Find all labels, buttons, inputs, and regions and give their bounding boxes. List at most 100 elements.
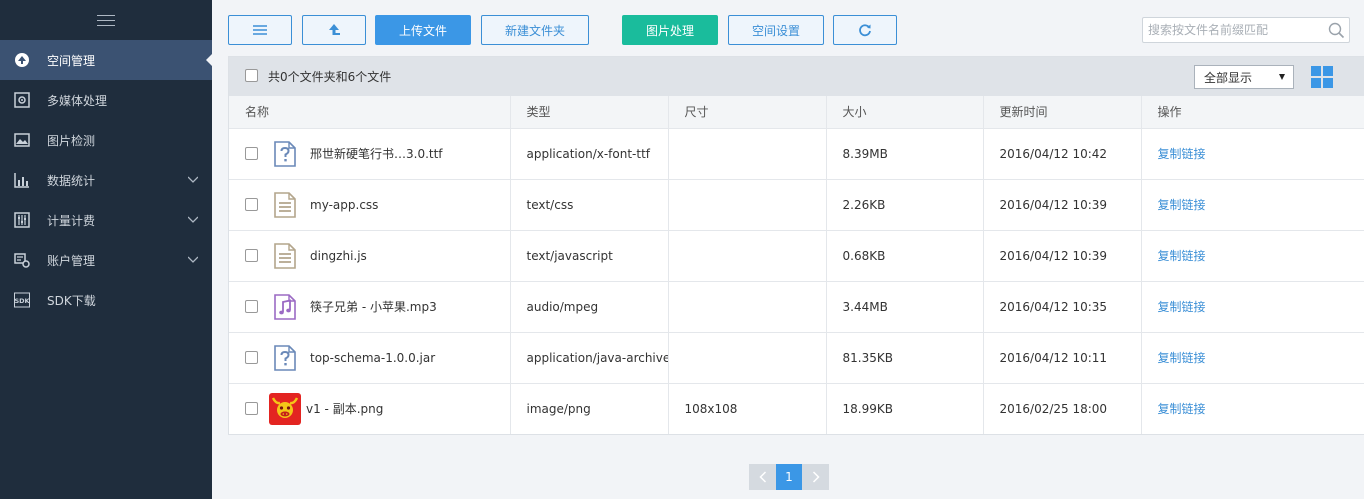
pagination: 1 <box>749 464 829 490</box>
sidebar-item-multimedia[interactable]: 多媒体处理 <box>0 80 212 120</box>
image-process-button[interactable]: 图片处理 <box>622 15 718 45</box>
file-dimensions <box>668 179 827 231</box>
sidebar-item-label: SDK下载 <box>47 293 96 308</box>
cloud-storage-icon <box>14 52 30 68</box>
refresh-button[interactable] <box>833 15 897 45</box>
sidebar-item-account[interactable]: 账户管理 <box>0 240 212 280</box>
copy-link[interactable]: 复制链接 <box>1158 300 1206 314</box>
file-dimensions <box>668 230 827 282</box>
search-icon[interactable] <box>1328 22 1345 39</box>
search-box <box>1142 17 1350 43</box>
image-thumbnail <box>269 392 301 425</box>
sidebar-item-billing[interactable]: 计量计费 <box>0 200 212 240</box>
chevron-down-icon <box>188 256 198 263</box>
table-row[interactable]: v1 - 副本.png image/png 108x108 18.99KB 20… <box>229 383 1364 434</box>
file-size: 3.44MB <box>826 281 984 333</box>
file-size: 0.68KB <box>826 230 984 282</box>
column-header-size[interactable]: 大小 <box>826 96 984 129</box>
chevron-down-icon <box>188 216 198 223</box>
sidebar-item-label: 图片检测 <box>47 133 96 148</box>
select-all-checkbox[interactable] <box>245 69 258 82</box>
file-type: application/x-font-ttf <box>510 128 669 180</box>
copy-link[interactable]: 复制链接 <box>1158 198 1206 212</box>
sidebar-toggle[interactable] <box>0 0 212 40</box>
column-header-updated[interactable]: 更新时间 <box>983 96 1142 129</box>
upload-file-button[interactable]: 上传文件 <box>375 15 471 45</box>
file-dimensions: 108x108 <box>668 383 827 434</box>
sidebar-item-image-check[interactable]: 图片检测 <box>0 120 212 160</box>
table-row[interactable]: 邢世新硬笔行书…3.0.ttf application/x-font-ttf 8… <box>229 128 1364 180</box>
music-file-icon <box>273 293 297 320</box>
chevron-right-icon <box>812 471 820 483</box>
file-name[interactable]: v1 - 副本.png <box>306 400 383 417</box>
dropdown-caret-icon <box>1279 74 1285 80</box>
account-settings-icon <box>14 252 30 268</box>
sdk-icon: SDK <box>14 292 30 308</box>
next-page-button[interactable] <box>802 464 829 490</box>
row-checkbox[interactable] <box>245 249 258 262</box>
file-type: text/javascript <box>510 230 669 282</box>
file-name[interactable]: top-schema-1.0.0.jar <box>310 351 435 365</box>
file-dimensions <box>668 332 827 384</box>
text-file-icon <box>273 242 297 269</box>
sidebar-item-space-management[interactable]: 空间管理 <box>0 40 212 80</box>
file-updated: 2016/04/12 10:42 <box>983 128 1142 180</box>
table-row[interactable]: my-app.css text/css 2.26KB 2016/04/12 10… <box>229 179 1364 231</box>
image-icon <box>14 132 30 148</box>
copy-link[interactable]: 复制链接 <box>1158 351 1206 365</box>
file-type: application/java-archive <box>510 332 669 384</box>
file-name[interactable]: my-app.css <box>310 198 378 212</box>
display-filter-select[interactable]: 全部显示 <box>1194 65 1294 89</box>
space-settings-button[interactable]: 空间设置 <box>728 15 824 45</box>
file-name[interactable]: dingzhi.js <box>310 249 367 263</box>
page-number-current[interactable]: 1 <box>776 464 802 490</box>
file-type: image/png <box>510 383 669 434</box>
search-input[interactable] <box>1143 19 1323 41</box>
list-menu-button[interactable] <box>228 15 292 45</box>
sidebar: 空间管理 多媒体处理 图片检测 数据统计 计量计费 账户管理 SDK SDK下载 <box>0 0 212 499</box>
prev-page-button[interactable] <box>749 464 776 490</box>
file-updated: 2016/02/25 18:00 <box>983 383 1142 434</box>
table-row[interactable]: 筷子兄弟 - 小苹果.mp3 audio/mpeg 3.44MB 2016/04… <box>229 281 1364 333</box>
row-checkbox[interactable] <box>245 147 258 160</box>
svg-text:SDK: SDK <box>14 297 30 305</box>
table-row[interactable]: top-schema-1.0.0.jar application/java-ar… <box>229 332 1364 384</box>
menu-icon <box>97 14 115 26</box>
sidebar-item-label: 账户管理 <box>47 253 96 268</box>
column-header-type[interactable]: 类型 <box>510 96 669 129</box>
file-type: audio/mpeg <box>510 281 669 333</box>
file-updated: 2016/04/12 10:35 <box>983 281 1142 333</box>
table-row[interactable]: dingzhi.js text/javascript 0.68KB 2016/0… <box>229 230 1364 282</box>
file-list-panel: 共0个文件夹和6个文件 全部显示 名称 类型 尺寸 大小 更新时间 操作 邢世新… <box>228 56 1364 435</box>
file-updated: 2016/04/12 10:39 <box>983 179 1142 231</box>
file-count: 共0个文件夹和6个文件 <box>268 70 392 84</box>
sidebar-item-label: 多媒体处理 <box>47 93 108 108</box>
unknown-file-icon <box>273 140 297 167</box>
sidebar-item-sdk-download[interactable]: SDK SDK下载 <box>0 280 212 320</box>
arrow-up-icon <box>329 24 340 35</box>
row-checkbox[interactable] <box>245 402 258 416</box>
file-name[interactable]: 邢世新硬笔行书…3.0.ttf <box>310 145 443 162</box>
sidebar-item-statistics[interactable]: 数据统计 <box>0 160 212 200</box>
row-checkbox[interactable] <box>245 351 258 364</box>
new-folder-button[interactable]: 新建文件夹 <box>481 15 589 45</box>
menu-icon <box>253 25 267 35</box>
column-header-name[interactable]: 名称 <box>229 96 511 129</box>
copy-link[interactable]: 复制链接 <box>1158 402 1206 416</box>
chevron-left-icon <box>758 471 766 483</box>
parent-folder-button[interactable] <box>302 15 366 45</box>
row-checkbox[interactable] <box>245 300 258 313</box>
file-updated: 2016/04/12 10:39 <box>983 230 1142 282</box>
grid-view-toggle[interactable] <box>1311 66 1333 88</box>
display-filter-value: 全部显示 <box>1204 70 1253 85</box>
row-checkbox[interactable] <box>245 198 258 211</box>
file-table: 名称 类型 尺寸 大小 更新时间 操作 邢世新硬笔行书…3.0.ttf appl… <box>229 96 1364 434</box>
copy-link[interactable]: 复制链接 <box>1158 147 1206 161</box>
file-name[interactable]: 筷子兄弟 - 小苹果.mp3 <box>310 298 437 315</box>
column-header-dimensions[interactable]: 尺寸 <box>668 96 827 129</box>
file-size: 18.99KB <box>826 383 984 434</box>
gear-icon <box>14 92 30 108</box>
file-dimensions <box>668 281 827 333</box>
unknown-file-icon <box>273 344 297 371</box>
copy-link[interactable]: 复制链接 <box>1158 249 1206 263</box>
